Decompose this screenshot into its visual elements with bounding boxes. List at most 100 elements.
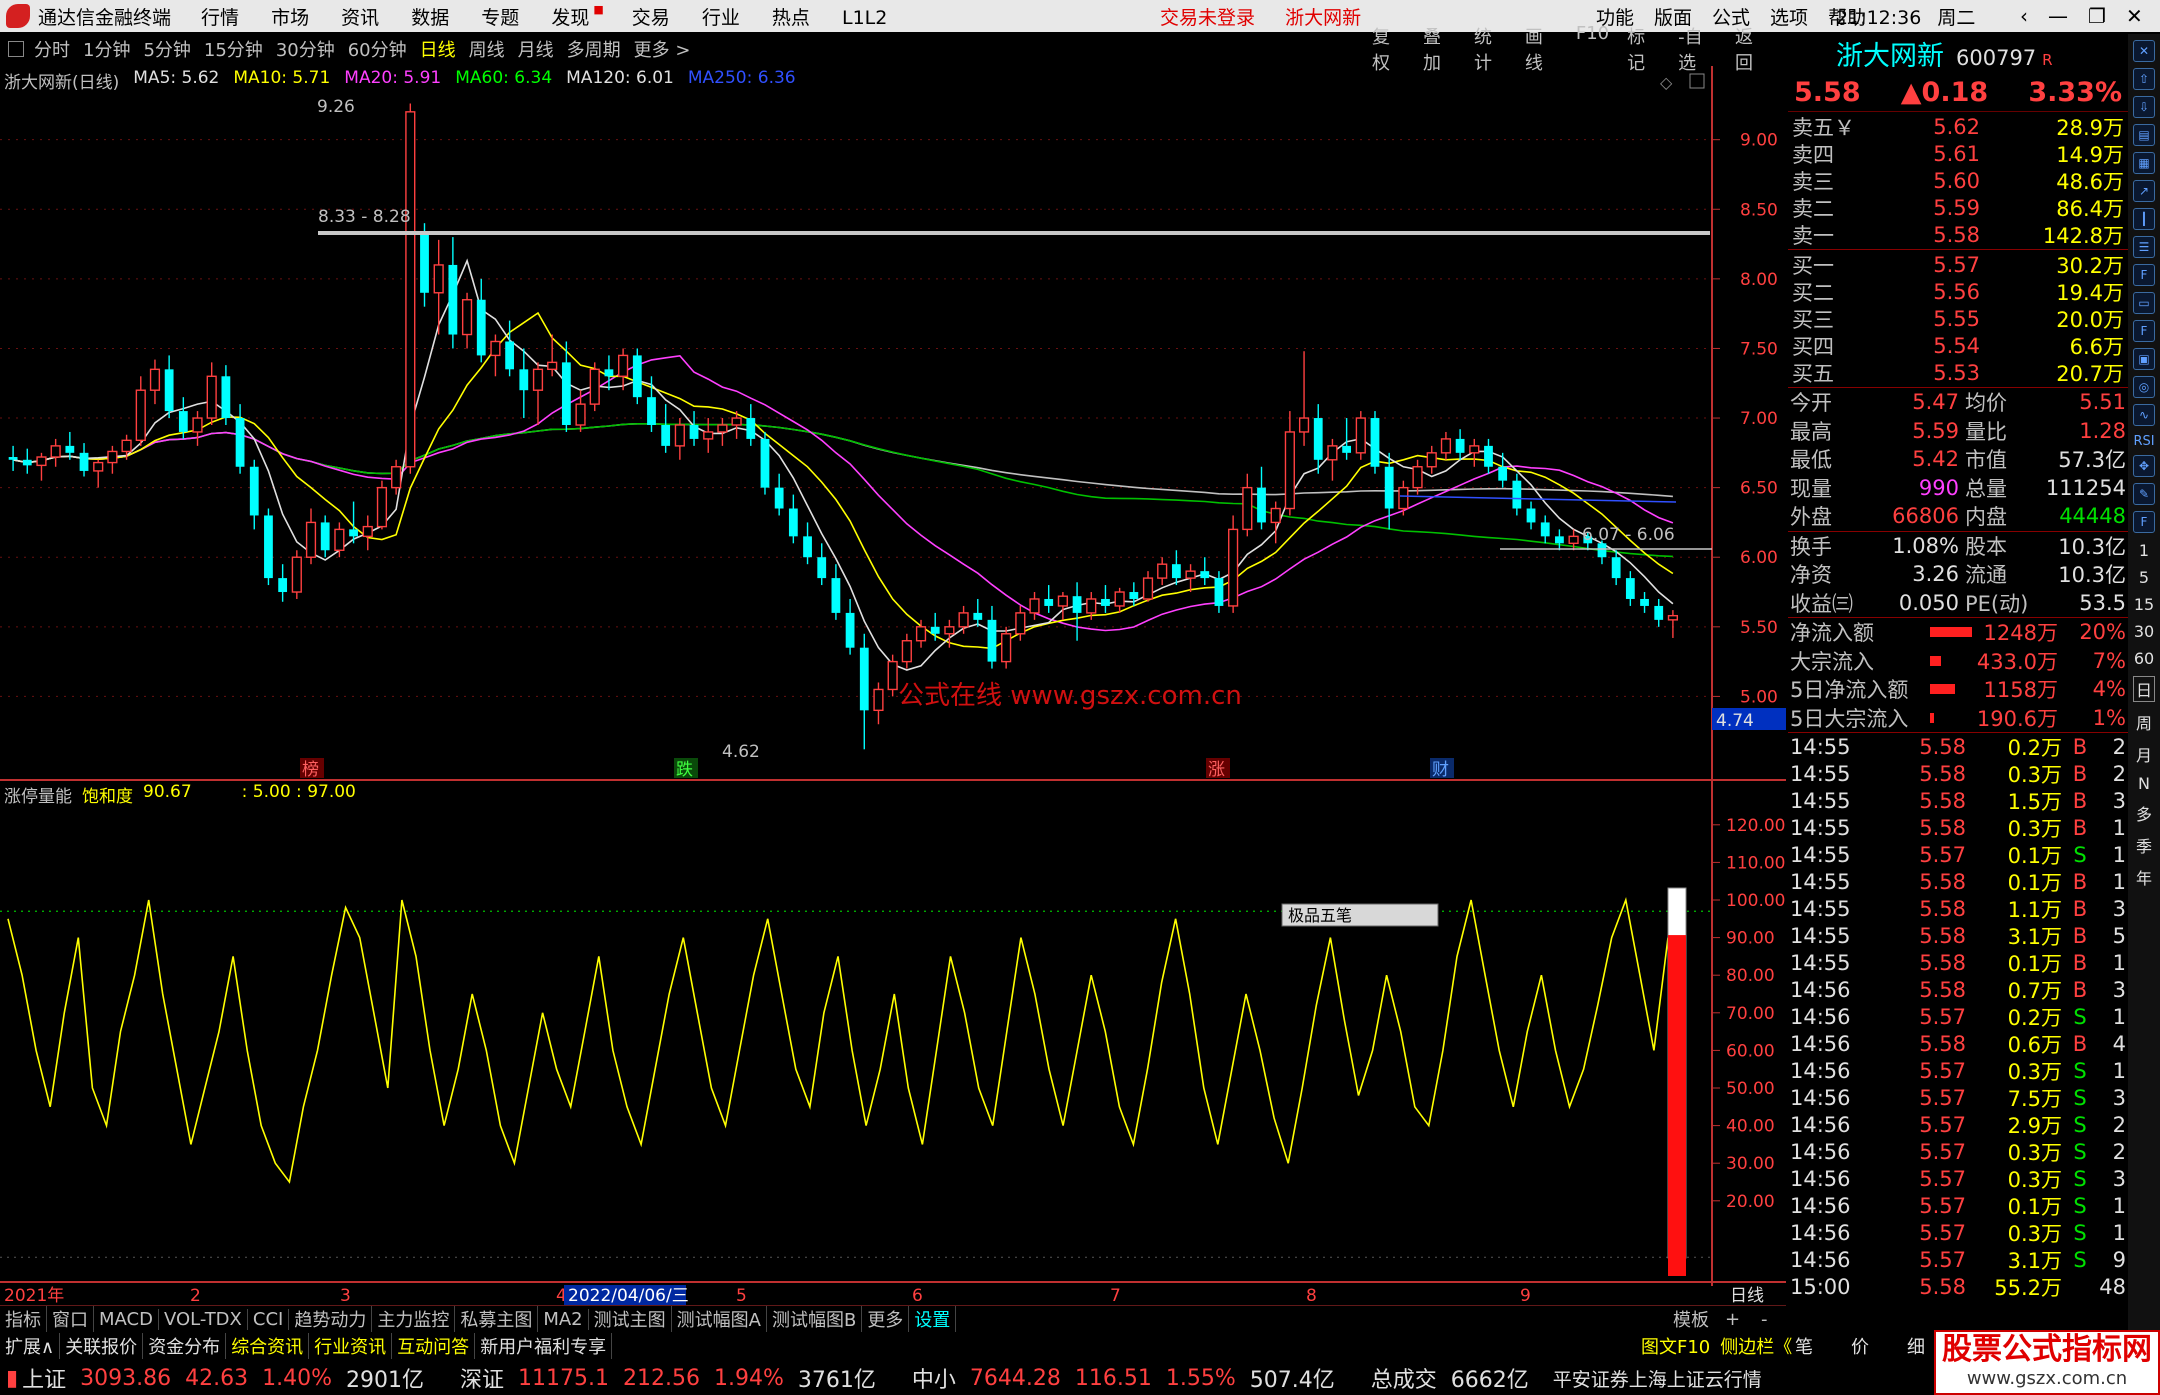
tick-view-button[interactable]: 价 bbox=[1846, 1333, 1874, 1359]
period-tab[interactable]: 多周期 bbox=[567, 36, 621, 62]
side-period[interactable]: 5 bbox=[2139, 568, 2149, 587]
add-pane-button[interactable]: + bbox=[1720, 1309, 1745, 1330]
restore-icon[interactable]: ❐ bbox=[2088, 4, 2106, 28]
menu-item[interactable]: 交易 bbox=[632, 7, 670, 29]
tab-indicator[interactable]: 指标 bbox=[0, 1306, 47, 1332]
tab-cci[interactable]: CCI bbox=[248, 1308, 290, 1330]
menu-item[interactable]: 资讯 bbox=[341, 7, 379, 29]
side-period[interactable]: 多 bbox=[2136, 801, 2152, 825]
index-name[interactable]: 中小 bbox=[912, 1362, 956, 1394]
tab-more[interactable]: 更多 bbox=[862, 1306, 910, 1332]
side-period[interactable]: 日 bbox=[2132, 676, 2155, 702]
tab-monitor[interactable]: 主力监控 bbox=[372, 1306, 456, 1332]
period-tab[interactable]: 15分钟 bbox=[204, 36, 263, 62]
period-tab[interactable]: 30分钟 bbox=[276, 36, 335, 62]
candle-icon[interactable]: ┃ bbox=[2133, 208, 2155, 230]
tab-private[interactable]: 私募主图 bbox=[455, 1306, 539, 1332]
list-icon[interactable]: ☰ bbox=[2133, 236, 2155, 258]
f2-icon[interactable]: F bbox=[2133, 320, 2155, 342]
trade-login-status[interactable]: 交易未登录 bbox=[1160, 7, 1255, 29]
tab-window[interactable]: 窗口 bbox=[47, 1306, 94, 1332]
menu-item[interactable]: 数据 bbox=[411, 7, 449, 29]
period-tab[interactable]: 1分钟 bbox=[83, 36, 130, 62]
close-panel-icon[interactable]: ✕ bbox=[2133, 40, 2155, 62]
doc-icon[interactable]: ▭ bbox=[2133, 292, 2155, 314]
period-tab[interactable]: 分时 bbox=[34, 36, 70, 62]
move-icon[interactable]: ✥ bbox=[2133, 455, 2155, 477]
tick-view-button[interactable]: 细 bbox=[1902, 1333, 1930, 1359]
sidebar-link[interactable]: 侧边栏《 bbox=[1715, 1333, 1797, 1359]
tab-settings[interactable]: 设置 bbox=[909, 1306, 957, 1332]
tab-vol[interactable]: VOL-TDX bbox=[159, 1308, 248, 1330]
period-more[interactable]: 更多 > bbox=[634, 36, 691, 62]
tab-ma2[interactable]: MA2 bbox=[538, 1308, 589, 1330]
maximize-chart-icon[interactable] bbox=[1689, 73, 1705, 89]
side-period[interactable]: 60 bbox=[2134, 649, 2154, 668]
period-tab-active[interactable]: 日线 bbox=[420, 36, 456, 62]
arrow-up-icon[interactable]: ⇧ bbox=[2133, 68, 2155, 90]
period-tab[interactable]: 月线 bbox=[518, 36, 554, 62]
side-period[interactable]: 年 bbox=[2136, 865, 2152, 889]
chart-svg[interactable]: 9.00 8.50 8.00 7.50 7.00 6.50 6.00 5.50 5.00 120… bbox=[0, 66, 1786, 1306]
tab-test-main[interactable]: 测试主图 bbox=[589, 1306, 672, 1332]
marker-cai[interactable]: 财 bbox=[1432, 760, 1449, 780]
tab-fund-dist[interactable]: 资金分布 bbox=[143, 1333, 227, 1359]
chart-area[interactable]: 9.00 8.50 8.00 7.50 7.00 6.50 6.00 5.50 5.00 120… bbox=[0, 66, 1786, 1306]
book-icon[interactable]: ▤ bbox=[2133, 124, 2155, 146]
grid-icon[interactable]: ▣ bbox=[2133, 348, 2155, 370]
side-period[interactable]: 15 bbox=[2134, 595, 2154, 614]
tab-related[interactable]: 关联报价 bbox=[60, 1333, 144, 1359]
close-icon[interactable]: ✕ bbox=[2126, 4, 2143, 28]
period-tab[interactable]: 5分钟 bbox=[143, 36, 190, 62]
side-period[interactable]: 季 bbox=[2136, 833, 2152, 857]
f5-icon[interactable]: F bbox=[2133, 511, 2155, 533]
period-tab[interactable]: 60分钟 bbox=[348, 36, 407, 62]
table-icon[interactable]: ▦ bbox=[2133, 152, 2155, 174]
tab-macd[interactable]: MACD bbox=[94, 1308, 159, 1330]
tab-trend[interactable]: 趋势动力 bbox=[289, 1306, 373, 1332]
side-period[interactable]: 30 bbox=[2134, 622, 2154, 641]
pen-icon[interactable]: ✎ bbox=[2133, 483, 2155, 505]
side-period[interactable]: 1 bbox=[2139, 541, 2149, 560]
menu-item[interactable]: 行情 bbox=[201, 7, 239, 29]
marker-zhang[interactable]: 涨 bbox=[1208, 760, 1225, 780]
tab-welfare[interactable]: 新用户福利专享 bbox=[475, 1333, 613, 1359]
gauge-icon[interactable]: ◎ bbox=[2133, 376, 2155, 398]
toggle-panel-icon[interactable] bbox=[8, 41, 24, 57]
tab-news[interactable]: 综合资讯 bbox=[226, 1333, 310, 1359]
period-tab[interactable]: 周线 bbox=[469, 36, 505, 62]
index-name[interactable]: 上证 bbox=[22, 1362, 66, 1394]
f10-icon[interactable]: F bbox=[2133, 264, 2155, 286]
tab-industry-news[interactable]: 行业资讯 bbox=[309, 1333, 393, 1359]
side-period[interactable]: N bbox=[2138, 774, 2150, 793]
side-period[interactable]: 月 bbox=[2136, 742, 2152, 766]
menu-item[interactable]: 发现 bbox=[551, 7, 589, 29]
minimize-icon[interactable]: — bbox=[2048, 4, 2068, 28]
line-chart-icon[interactable]: ↗ bbox=[2133, 180, 2155, 202]
wave-icon[interactable]: ∿ bbox=[2133, 404, 2155, 426]
tick-price: 5.57 bbox=[1919, 842, 1966, 867]
menu-item[interactable]: L1L2 bbox=[842, 7, 887, 29]
diamond-icon[interactable]: ◇ bbox=[1660, 73, 1673, 92]
side-period[interactable]: 周 bbox=[2136, 710, 2152, 734]
side-rsi[interactable]: RSI bbox=[2133, 434, 2154, 449]
tab-test-b[interactable]: 测试幅图B bbox=[767, 1306, 863, 1332]
template-button[interactable]: 模板 bbox=[1668, 1306, 1714, 1332]
menu-item[interactable]: 热点 bbox=[772, 7, 810, 29]
menu-item[interactable]: 市场 bbox=[271, 7, 309, 29]
index-name[interactable]: 深证 bbox=[460, 1362, 504, 1394]
menu-item[interactable]: 行业 bbox=[702, 7, 740, 29]
f10-link[interactable]: 图文F10 bbox=[1636, 1333, 1715, 1359]
tab-expand[interactable]: 扩展∧ bbox=[0, 1333, 61, 1359]
arrow-down-icon[interactable]: ⇩ bbox=[2133, 96, 2155, 118]
tick-list[interactable]: 14:55 5.58 0.2万 B 2 14:55 5.58 0.3万 B 2 14:55 5.58 1… bbox=[1788, 733, 2128, 1300]
tab-qa[interactable]: 互动问答 bbox=[392, 1333, 476, 1359]
stock-name[interactable]: 浙大网新 bbox=[1836, 34, 1944, 73]
remove-pane-button[interactable]: - bbox=[1756, 1309, 1773, 1330]
menu-item[interactable]: 专题 bbox=[481, 7, 519, 29]
marker-die[interactable]: 跌 bbox=[676, 760, 693, 780]
marker-bang[interactable]: 榜 bbox=[302, 760, 319, 780]
tick-view-button[interactable]: 笔 bbox=[1790, 1333, 1818, 1359]
tab-test-a[interactable]: 测试幅图A bbox=[672, 1306, 767, 1332]
back-icon[interactable]: ‹ bbox=[2020, 4, 2028, 28]
